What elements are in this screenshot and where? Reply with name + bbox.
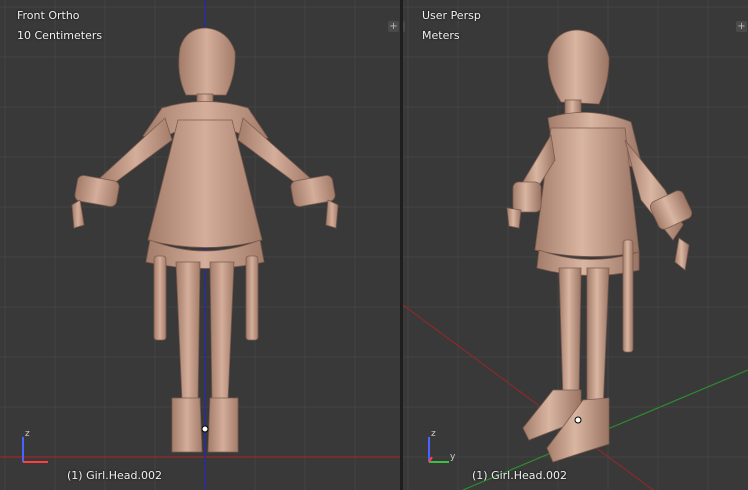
blender-3d-view: Front Ortho 10 Centimeters (1) Girl.Head… bbox=[0, 0, 748, 490]
unit-scale-label: Meters bbox=[422, 29, 460, 42]
plus-icon[interactable]: + bbox=[736, 21, 747, 32]
axis-gizmo: z y bbox=[428, 429, 456, 463]
gizmo-z-label: z bbox=[431, 429, 436, 439]
gizmo-z-label: z bbox=[25, 429, 30, 439]
viewport-front-ortho[interactable]: Front Ortho 10 Centimeters (1) Girl.Head… bbox=[0, 0, 400, 490]
character-model[interactable] bbox=[0, 0, 400, 490]
unit-scale-label: 10 Centimeters bbox=[17, 29, 103, 42]
3d-cursor bbox=[201, 425, 209, 433]
viewport-user-persp[interactable]: User Persp Meters (1) Girl.Head.002 + + … bbox=[403, 0, 748, 490]
axis-gizmo: z bbox=[22, 429, 48, 463]
3d-cursor bbox=[574, 416, 582, 424]
plus-icon[interactable]: + bbox=[388, 21, 399, 32]
gizmo-y-label: y bbox=[450, 452, 456, 462]
view-name-label: Front Ortho bbox=[17, 9, 80, 22]
plus-icon[interactable]: + bbox=[403, 21, 405, 32]
active-object-label: (1) Girl.Head.002 bbox=[67, 469, 162, 482]
view-name-label: User Persp bbox=[422, 9, 481, 22]
character-model[interactable] bbox=[403, 0, 748, 490]
active-object-label: (1) Girl.Head.002 bbox=[472, 469, 567, 482]
